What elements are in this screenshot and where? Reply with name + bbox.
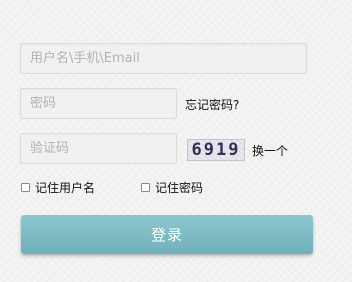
checkbox-box[interactable]	[21, 183, 30, 192]
username-input[interactable]	[20, 43, 307, 74]
captcha-input[interactable]	[20, 133, 177, 164]
captcha-image[interactable]: 6919	[187, 139, 245, 161]
remember-password-checkbox[interactable]: 记住密码	[141, 179, 203, 196]
remember-username-checkbox[interactable]: 记住用户名	[21, 179, 95, 196]
checkbox-box[interactable]	[141, 183, 150, 192]
password-input[interactable]	[20, 88, 177, 119]
login-button[interactable]: 登录	[21, 215, 313, 254]
captcha-code: 6919	[191, 140, 241, 160]
remember-username-label: 记住用户名	[35, 181, 96, 195]
login-page: { "form": { "username_placeholder": "用户名…	[0, 0, 352, 282]
forgot-password-link[interactable]: 忘记密码?	[185, 96, 239, 113]
remember-password-label: 记住密码	[155, 181, 204, 195]
refresh-captcha-link[interactable]: 换一个	[252, 142, 288, 159]
